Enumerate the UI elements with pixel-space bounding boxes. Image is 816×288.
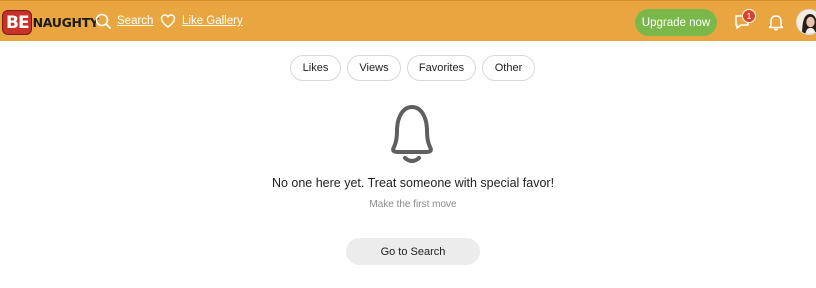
bell-icon	[768, 15, 784, 31]
logo[interactable]: BE NAUGHTY	[2, 7, 99, 37]
tab-other[interactable]: Other	[482, 55, 535, 81]
nav-search-label: Search	[117, 15, 154, 27]
go-to-search-button[interactable]: Go to Search	[346, 238, 480, 265]
logo-be: BE	[2, 9, 32, 35]
logo-naughty: NAUGHTY	[32, 14, 99, 30]
heart-gallery-icon	[160, 14, 176, 28]
empty-state-title: No one here yet. Treat someone with spec…	[271, 176, 555, 190]
messages-badge: 1	[742, 9, 756, 23]
nav-search-link[interactable]: Search	[95, 11, 153, 31]
activity-tabs: Likes Views Favorites Other	[0, 55, 816, 81]
notifications-button[interactable]	[766, 12, 786, 32]
tab-likes[interactable]: Likes	[290, 55, 341, 81]
nav-gallery-label: Like Gallery	[182, 15, 243, 27]
upgrade-button[interactable]: Upgrade now	[635, 9, 717, 36]
tab-views[interactable]: Views	[347, 55, 401, 81]
nav-like-gallery-link[interactable]: Like Gallery	[160, 11, 243, 31]
avatar[interactable]	[796, 9, 816, 35]
tab-favorites[interactable]: Favorites	[407, 55, 476, 81]
empty-state-bell-icon	[391, 105, 433, 163]
empty-state-subtitle: Make the first move	[369, 199, 457, 210]
search-icon	[95, 13, 111, 29]
avatar-image	[797, 10, 816, 34]
top-bar: BE NAUGHTY Search Like Gallery Upgrade n…	[0, 0, 816, 41]
